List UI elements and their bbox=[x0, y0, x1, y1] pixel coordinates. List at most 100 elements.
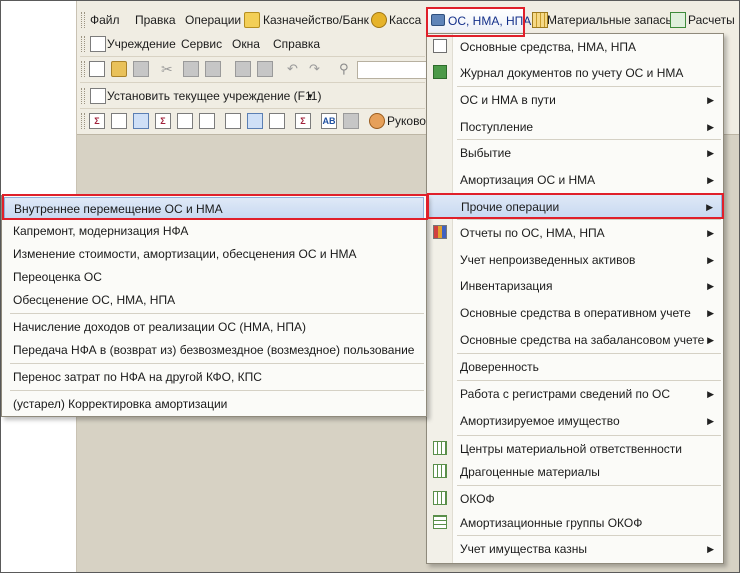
manager-button[interactable]: Руково bbox=[387, 109, 426, 133]
menu-settlements[interactable]: Расчеты bbox=[688, 8, 735, 32]
dropdown-item[interactable]: Прочие операции ▶ bbox=[428, 193, 722, 219]
submenu-item[interactable]: Начисление доходов от реализации ОС (НМА… bbox=[4, 316, 424, 338]
submenu-item[interactable]: Изменение стоимости, амортизации, обесце… bbox=[4, 243, 424, 265]
cut-icon[interactable]: ✂ bbox=[161, 61, 177, 77]
dropdown-item-label: Амортизационные группы ОКОФ bbox=[460, 516, 643, 530]
dropdown-item[interactable]: Амортизационные группы ОКОФ bbox=[428, 510, 722, 536]
dropdown-item-label: Отчеты по ОС, НМА, НПА bbox=[460, 226, 605, 240]
submenu-item[interactable]: Перенос затрат по НФА на другой КФО, КПС bbox=[4, 366, 424, 388]
print-icon[interactable] bbox=[235, 61, 251, 77]
submenu-arrow-icon: ▶ bbox=[707, 175, 714, 185]
search-icon[interactable]: ⚲ bbox=[339, 61, 355, 77]
report-doc-icon[interactable] bbox=[225, 113, 241, 129]
submenu-arrow-icon: ▶ bbox=[707, 416, 714, 426]
dropdown-item[interactable]: ОС и НМА в пути ▶ bbox=[428, 87, 722, 113]
dropdown-item[interactable]: Отчеты по ОС, НМА, НПА ▶ bbox=[428, 220, 722, 246]
grid-icon bbox=[433, 515, 447, 529]
menu-materials[interactable]: Материальные запасы bbox=[547, 8, 674, 32]
submenu-item[interactable]: Передача НФА в (возврат из) безвозмездно… bbox=[4, 339, 424, 361]
toolbar-grip[interactable] bbox=[81, 113, 85, 129]
dropdown-item[interactable]: Учет непроизведенных активов ▶ bbox=[428, 247, 722, 273]
submenu-item[interactable]: Обесценение ОС, НМА, НПА bbox=[4, 289, 424, 311]
search-input[interactable] bbox=[357, 61, 429, 79]
dropdown-item[interactable]: Драгоценные материалы bbox=[428, 459, 722, 485]
menu-file[interactable]: Файл bbox=[90, 8, 120, 32]
submenu-arrow-icon: ▶ bbox=[707, 544, 714, 554]
open-folder-icon[interactable] bbox=[111, 61, 127, 77]
report-abc-icon[interactable]: AB bbox=[321, 113, 337, 129]
dropdown-item-label: Выбытие bbox=[460, 146, 511, 160]
fixed-assets-dropdown: Основные средства, НМА, НПА Журнал докуме… bbox=[426, 33, 724, 564]
submenu-item[interactable]: (устарел) Корректировка амортизации bbox=[4, 393, 424, 415]
report-sum-icon[interactable]: Σ bbox=[295, 113, 311, 129]
submenu-arrow-icon: ▶ bbox=[707, 122, 714, 132]
toolbar-grip[interactable] bbox=[81, 61, 85, 77]
table-icon bbox=[433, 464, 447, 478]
toolbar-grip[interactable] bbox=[81, 36, 85, 52]
submenu-arrow-icon: ▶ bbox=[706, 202, 713, 212]
dropdown-item-label: Амортизация ОС и НМА bbox=[460, 173, 596, 187]
toolbar-grip[interactable] bbox=[81, 12, 85, 28]
menu-help[interactable]: Справка bbox=[273, 32, 320, 56]
other-operations-submenu: Внутреннее перемещение ОС и НМА Капремонт… bbox=[1, 195, 427, 417]
report-table-icon[interactable] bbox=[269, 113, 285, 129]
report-table-icon[interactable] bbox=[199, 113, 215, 129]
menu-institution[interactable]: Учреждение bbox=[107, 32, 176, 56]
dropdown-item[interactable]: Выбытие ▶ bbox=[428, 140, 722, 166]
copy-icon[interactable] bbox=[183, 61, 199, 77]
report-icon bbox=[433, 225, 447, 239]
report-chart-icon[interactable] bbox=[133, 113, 149, 129]
toolbar-grip[interactable] bbox=[81, 88, 85, 104]
report-table-icon[interactable] bbox=[177, 113, 193, 129]
materials-icon bbox=[532, 12, 548, 28]
report-grid-icon[interactable] bbox=[343, 113, 359, 129]
truck-icon bbox=[431, 14, 445, 26]
dropdown-item[interactable]: Основные средства в оперативном учете ▶ bbox=[428, 300, 722, 326]
menu-windows[interactable]: Окна bbox=[232, 32, 260, 56]
dropdown-item-label: Прочие операции bbox=[461, 200, 560, 214]
menu-service[interactable]: Сервис bbox=[181, 32, 222, 56]
dropdown-item[interactable]: Доверенность bbox=[428, 354, 722, 380]
report-table-icon[interactable] bbox=[111, 113, 127, 129]
dropdown-item[interactable]: Работа с регистрами сведений по ОС ▶ bbox=[428, 381, 722, 407]
dropdown-item-label: Основные средства, НМА, НПА bbox=[460, 40, 637, 54]
chevron-down-icon[interactable]: ▾ bbox=[308, 84, 313, 108]
submenu-item[interactable]: Переоценка ОС bbox=[4, 266, 424, 288]
dropdown-item[interactable]: Основные средства, НМА, НПА bbox=[428, 34, 722, 60]
save-icon[interactable] bbox=[133, 61, 149, 77]
dropdown-item[interactable]: Поступление ▶ bbox=[428, 114, 722, 140]
dropdown-item-label: Основные средства на забалансовом учете bbox=[460, 333, 705, 347]
menu-separator bbox=[10, 363, 424, 364]
report-chart-icon[interactable] bbox=[247, 113, 263, 129]
dropdown-item[interactable]: Амортизация ОС и НМА ▶ bbox=[428, 167, 722, 193]
dropdown-item[interactable]: ОКОФ bbox=[428, 486, 722, 512]
report-sum-icon[interactable]: Σ bbox=[89, 113, 105, 129]
submenu-item[interactable]: Внутреннее перемещение ОС и НМА bbox=[4, 197, 424, 219]
menu-separator bbox=[10, 390, 424, 391]
dropdown-item[interactable]: Основные средства на забалансовом учете ▶ bbox=[428, 327, 722, 353]
submenu-item[interactable]: Капремонт, модернизация НФА bbox=[4, 220, 424, 242]
dropdown-item[interactable]: Журнал документов по учету ОС и НМА bbox=[428, 60, 722, 86]
journal-icon bbox=[433, 65, 447, 79]
set-institution-button[interactable]: Установить текущее учреждение (F11) bbox=[107, 84, 321, 108]
dropdown-item-label: Журнал документов по учету ОС и НМА bbox=[460, 66, 684, 80]
dropdown-item-label: Учет непроизведенных активов bbox=[460, 253, 636, 267]
dropdown-item-label: ОКОФ bbox=[460, 492, 495, 506]
menu-edit[interactable]: Правка bbox=[135, 8, 176, 32]
menu-treasury[interactable]: Казначейство/Банк bbox=[263, 8, 369, 32]
redo-icon[interactable]: ↷ bbox=[309, 61, 325, 77]
dropdown-item[interactable]: Амортизируемое имущество ▶ bbox=[428, 408, 722, 434]
dropdown-item-label: Инвентаризация bbox=[460, 279, 553, 293]
dropdown-item-label: Учет имущества казны bbox=[460, 542, 588, 556]
paste-icon[interactable] bbox=[205, 61, 221, 77]
new-document-icon[interactable] bbox=[89, 61, 105, 77]
preview-icon[interactable] bbox=[257, 61, 273, 77]
menu-cash[interactable]: Касса bbox=[389, 8, 421, 32]
submenu-arrow-icon: ▶ bbox=[707, 389, 714, 399]
menu-operations[interactable]: Операции bbox=[185, 8, 241, 32]
report-sum-icon[interactable]: Σ bbox=[155, 113, 171, 129]
undo-icon[interactable]: ↶ bbox=[287, 61, 303, 77]
dropdown-item-label: ОС и НМА в пути bbox=[460, 93, 556, 107]
dropdown-item[interactable]: Учет имущества казны ▶ bbox=[428, 536, 722, 562]
dropdown-item[interactable]: Инвентаризация ▶ bbox=[428, 273, 722, 299]
